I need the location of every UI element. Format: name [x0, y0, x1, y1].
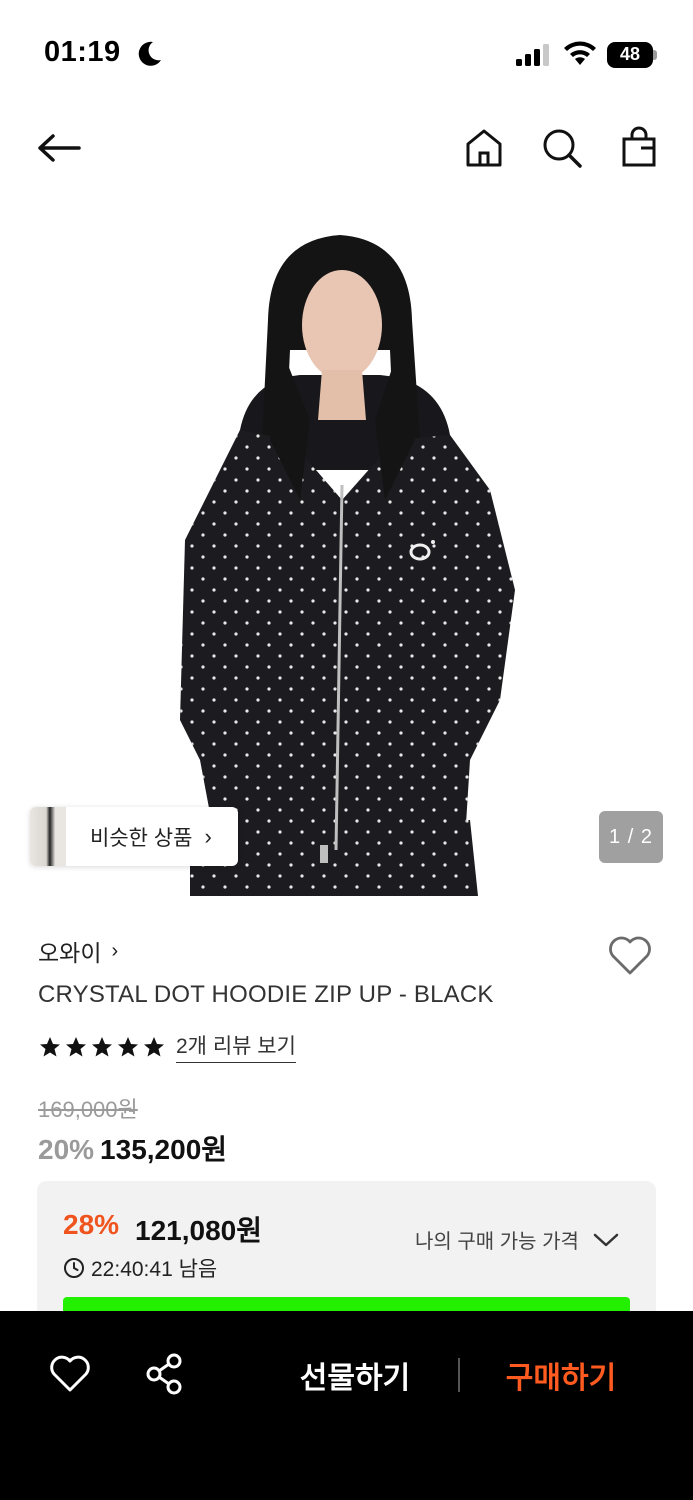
my-price-value: 121,080원: [135, 1215, 262, 1246]
heart-icon: [609, 936, 651, 975]
star-icon: [144, 1036, 164, 1056]
search-button[interactable]: [540, 126, 584, 170]
similar-products-label: 비슷한 상품: [90, 826, 193, 850]
search-icon: [543, 129, 582, 168]
star-icon: [92, 1036, 112, 1056]
gift-button[interactable]: 선물하기: [280, 1350, 430, 1400]
share-button[interactable]: [144, 1352, 186, 1396]
signal-icon: [516, 44, 549, 66]
brand-link[interactable]: 오와이 ›: [38, 934, 118, 968]
product-image[interactable]: [0, 200, 693, 896]
buy-button[interactable]: 구매하기: [486, 1350, 636, 1400]
product-title: CRYSTAL DOT HOODIE ZIP UP - BLACK: [38, 981, 494, 1008]
home-icon: [466, 129, 502, 167]
chevron-right-icon: ›: [111, 939, 119, 962]
product-photo: [180, 235, 515, 896]
home-button[interactable]: [462, 126, 506, 170]
back-button[interactable]: [36, 128, 82, 168]
share-icon: [146, 1353, 182, 1395]
original-price: 169,000원: [38, 1097, 138, 1122]
star-icon: [66, 1036, 86, 1056]
clock-icon: [64, 1258, 84, 1278]
star-icon: [40, 1036, 60, 1056]
discount-rate: 20%: [38, 1134, 95, 1165]
rating-row: 2개 리뷰 보기: [38, 1030, 296, 1063]
wishlist-button[interactable]: [606, 932, 654, 978]
timer-row: 22:40:41 남음: [63, 1253, 217, 1283]
cart-button[interactable]: [617, 126, 661, 170]
timer-text: 22:40:41 남음: [91, 1258, 218, 1281]
chevron-right-icon: ›: [204, 823, 212, 849]
my-price-toggle[interactable]: 나의 구매 가능 가격: [415, 1225, 619, 1254]
back-arrow-icon: [38, 134, 81, 162]
bottom-wishlist-button[interactable]: [48, 1352, 92, 1396]
similar-products-button[interactable]: 비슷한 상품 ›: [30, 807, 238, 866]
status-time: 01:19: [44, 36, 121, 68]
image-page-indicator: 1 / 2: [599, 811, 663, 863]
wifi-icon: [564, 41, 596, 65]
price-row: 20% 135,200원: [38, 1128, 227, 1168]
heart-icon: [50, 1355, 90, 1392]
chevron-down-icon: [593, 1233, 619, 1246]
brand-name: 오와이: [38, 940, 102, 966]
moon-icon: [138, 41, 161, 66]
review-link[interactable]: 2개 리뷰 보기: [176, 1030, 296, 1063]
bottom-action-bar: [0, 1311, 693, 1500]
battery-level: 48: [619, 44, 641, 64]
my-price-toggle-label: 나의 구매 가능 가격: [415, 1231, 579, 1253]
status-bar: 01:19 48: [0, 0, 693, 100]
bottom-bar-divider: [458, 1358, 460, 1392]
similar-products-thumbnail: [30, 807, 66, 866]
battery-indicator: 48: [607, 42, 657, 68]
my-price-rate: 28%: [63, 1209, 120, 1240]
shopping-bag-icon: [622, 126, 656, 167]
star-icon: [118, 1036, 138, 1056]
rating-stars: [38, 1035, 166, 1059]
sale-price: 135,200원: [100, 1134, 228, 1165]
